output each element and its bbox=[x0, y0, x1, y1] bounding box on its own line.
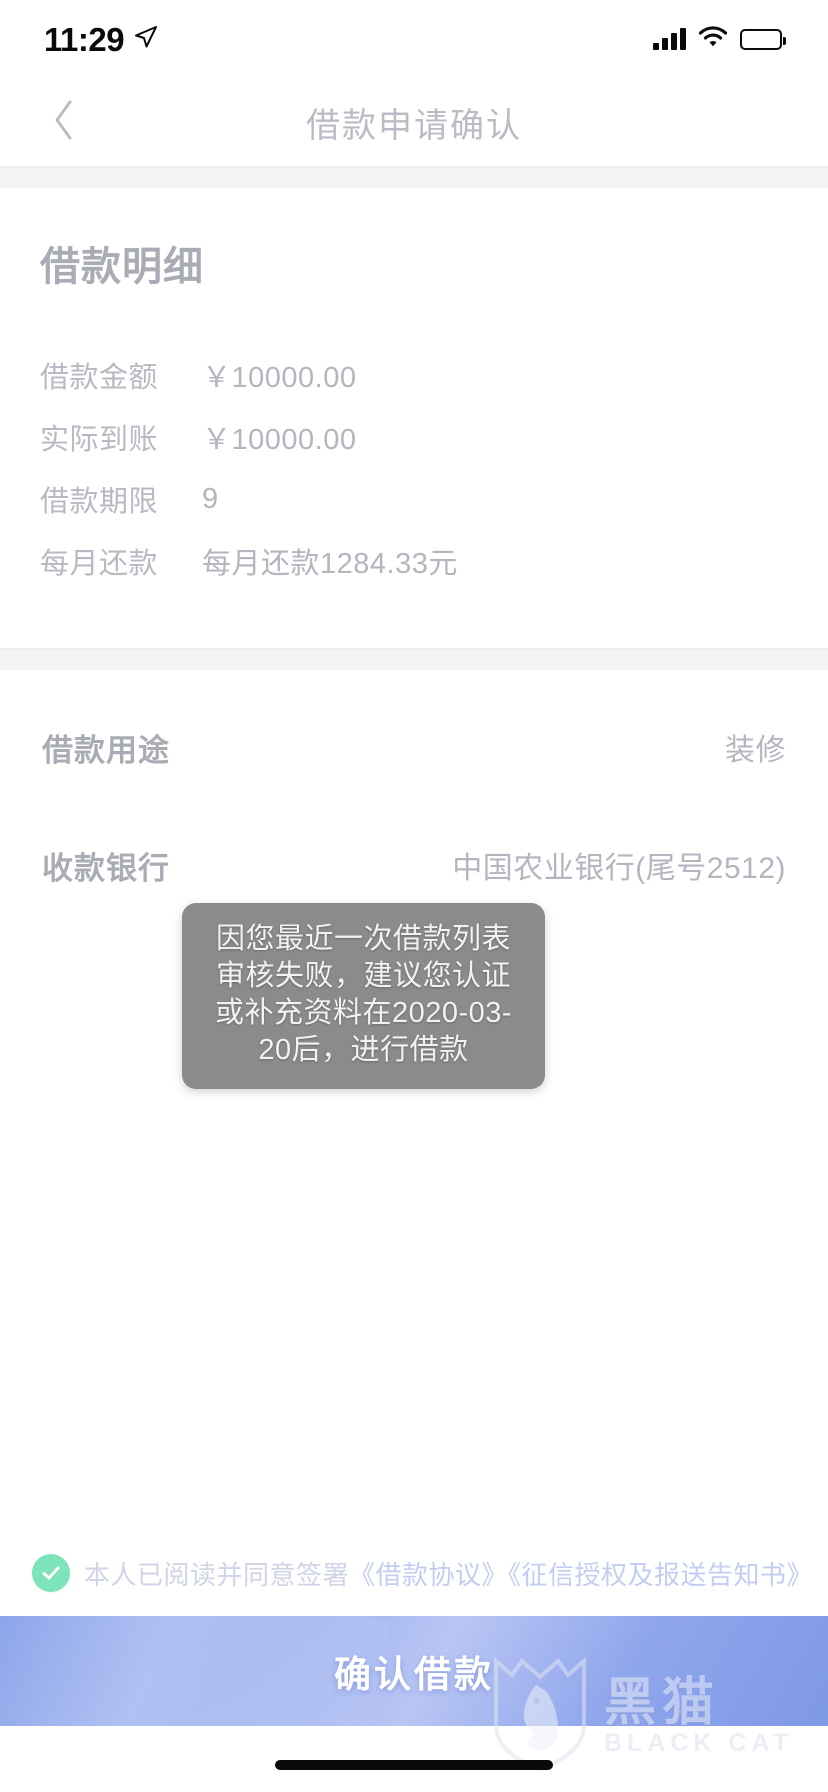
loan-purpose-row[interactable]: 借款用途 装修 bbox=[0, 688, 828, 806]
row-value: ￥10000.00 bbox=[202, 362, 357, 394]
confirm-loan-button[interactable]: 确认借款 bbox=[0, 1616, 828, 1726]
wifi-icon bbox=[698, 25, 728, 53]
credit-authorization-link[interactable]: 《征信授权及报送告知书》 bbox=[508, 1560, 813, 1590]
loan-purpose-label: 借款用途 bbox=[42, 732, 170, 768]
status-time: 11:29 bbox=[44, 20, 125, 58]
home-indicator bbox=[275, 1760, 553, 1770]
agreement-label: 本人已阅读并同意签署《借款协议》《征信授权及报送告知书》 bbox=[84, 1555, 813, 1592]
loan-agreement-link[interactable]: 《借款协议》 bbox=[349, 1560, 508, 1590]
location-arrow-icon bbox=[134, 25, 158, 54]
cellular-signal-icon bbox=[653, 28, 686, 50]
agreement-row[interactable]: 本人已阅读并同意签署《借款协议》《征信授权及报送告知书》 bbox=[0, 1545, 828, 1601]
section-divider-top bbox=[0, 166, 828, 188]
table-row: 每月还款 每月还款1284.33元 bbox=[0, 530, 828, 592]
row-value: 9 bbox=[202, 482, 219, 515]
battery-full-icon bbox=[740, 28, 786, 50]
loan-detail-title: 借款明细 bbox=[40, 245, 204, 289]
chevron-left-icon bbox=[52, 99, 76, 146]
row-label: 实际到账 bbox=[40, 424, 159, 456]
loan-options-card: 借款用途 装修 收款银行 中国农业银行(尾号2512) bbox=[0, 688, 828, 924]
toast-message: 因您最近一次借款列表审核失败，建议您认证或补充资料在2020-03-20后，进行… bbox=[182, 903, 545, 1090]
toast-text: 因您最近一次借款列表审核失败，建议您认证或补充资料在2020-03-20后，进行… bbox=[214, 923, 513, 1067]
page-title: 借款申请确认 bbox=[306, 106, 522, 145]
row-label: 每月还款 bbox=[40, 548, 159, 580]
loan-confirmation-screen: 11:29 借款申请确认 借款明细 借款金额 ￥10000.00 实际到账 ￥1… bbox=[0, 0, 828, 1792]
table-row: 借款期限 9 bbox=[0, 468, 828, 530]
table-row: 实际到账 ￥10000.00 bbox=[0, 406, 828, 468]
loan-purpose-value: 装修 bbox=[725, 734, 786, 767]
status-bar-left: 11:29 bbox=[44, 23, 158, 56]
status-bar-right bbox=[653, 25, 786, 53]
nav-bar: 借款申请确认 bbox=[0, 78, 828, 166]
loan-detail-list: 借款金额 ￥10000.00 实际到账 ￥10000.00 借款期限 9 每月还… bbox=[0, 292, 828, 648]
receiving-bank-label: 收款银行 bbox=[42, 850, 170, 886]
back-button[interactable] bbox=[40, 98, 88, 146]
receiving-bank-value: 中国农业银行(尾号2512) bbox=[452, 852, 786, 885]
status-bar: 11:29 bbox=[0, 0, 828, 78]
check-circle-icon[interactable] bbox=[32, 1554, 70, 1592]
row-value: ￥10000.00 bbox=[202, 424, 357, 456]
row-label: 借款金额 bbox=[40, 362, 159, 394]
section-divider-middle bbox=[0, 648, 828, 670]
row-label: 借款期限 bbox=[40, 486, 159, 518]
confirm-loan-label: 确认借款 bbox=[334, 1654, 494, 1695]
loan-detail-card: 借款明细 借款金额 ￥10000.00 实际到账 ￥10000.00 借款期限 … bbox=[0, 188, 828, 648]
table-row: 借款金额 ￥10000.00 bbox=[0, 344, 828, 406]
row-value: 每月还款1284.33元 bbox=[202, 548, 458, 580]
agreement-prefix: 本人已阅读并同意签署 bbox=[84, 1559, 350, 1590]
